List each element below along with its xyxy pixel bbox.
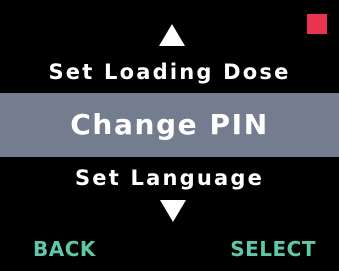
menu-item-set-loading-dose[interactable]: Set Loading Dose: [0, 57, 339, 87]
device-screen: Set Loading Dose Change PIN Set Language…: [0, 0, 339, 271]
menu-item-set-language[interactable]: Set Language: [0, 163, 339, 193]
select-button[interactable]: SELECT: [230, 234, 316, 264]
scroll-down-arrow-icon[interactable]: [160, 200, 186, 222]
back-button[interactable]: BACK: [33, 234, 96, 264]
scroll-up-arrow-icon[interactable]: [159, 24, 185, 46]
menu-item-change-pin-selected[interactable]: Change PIN: [0, 93, 339, 157]
status-indicator: [307, 14, 327, 34]
